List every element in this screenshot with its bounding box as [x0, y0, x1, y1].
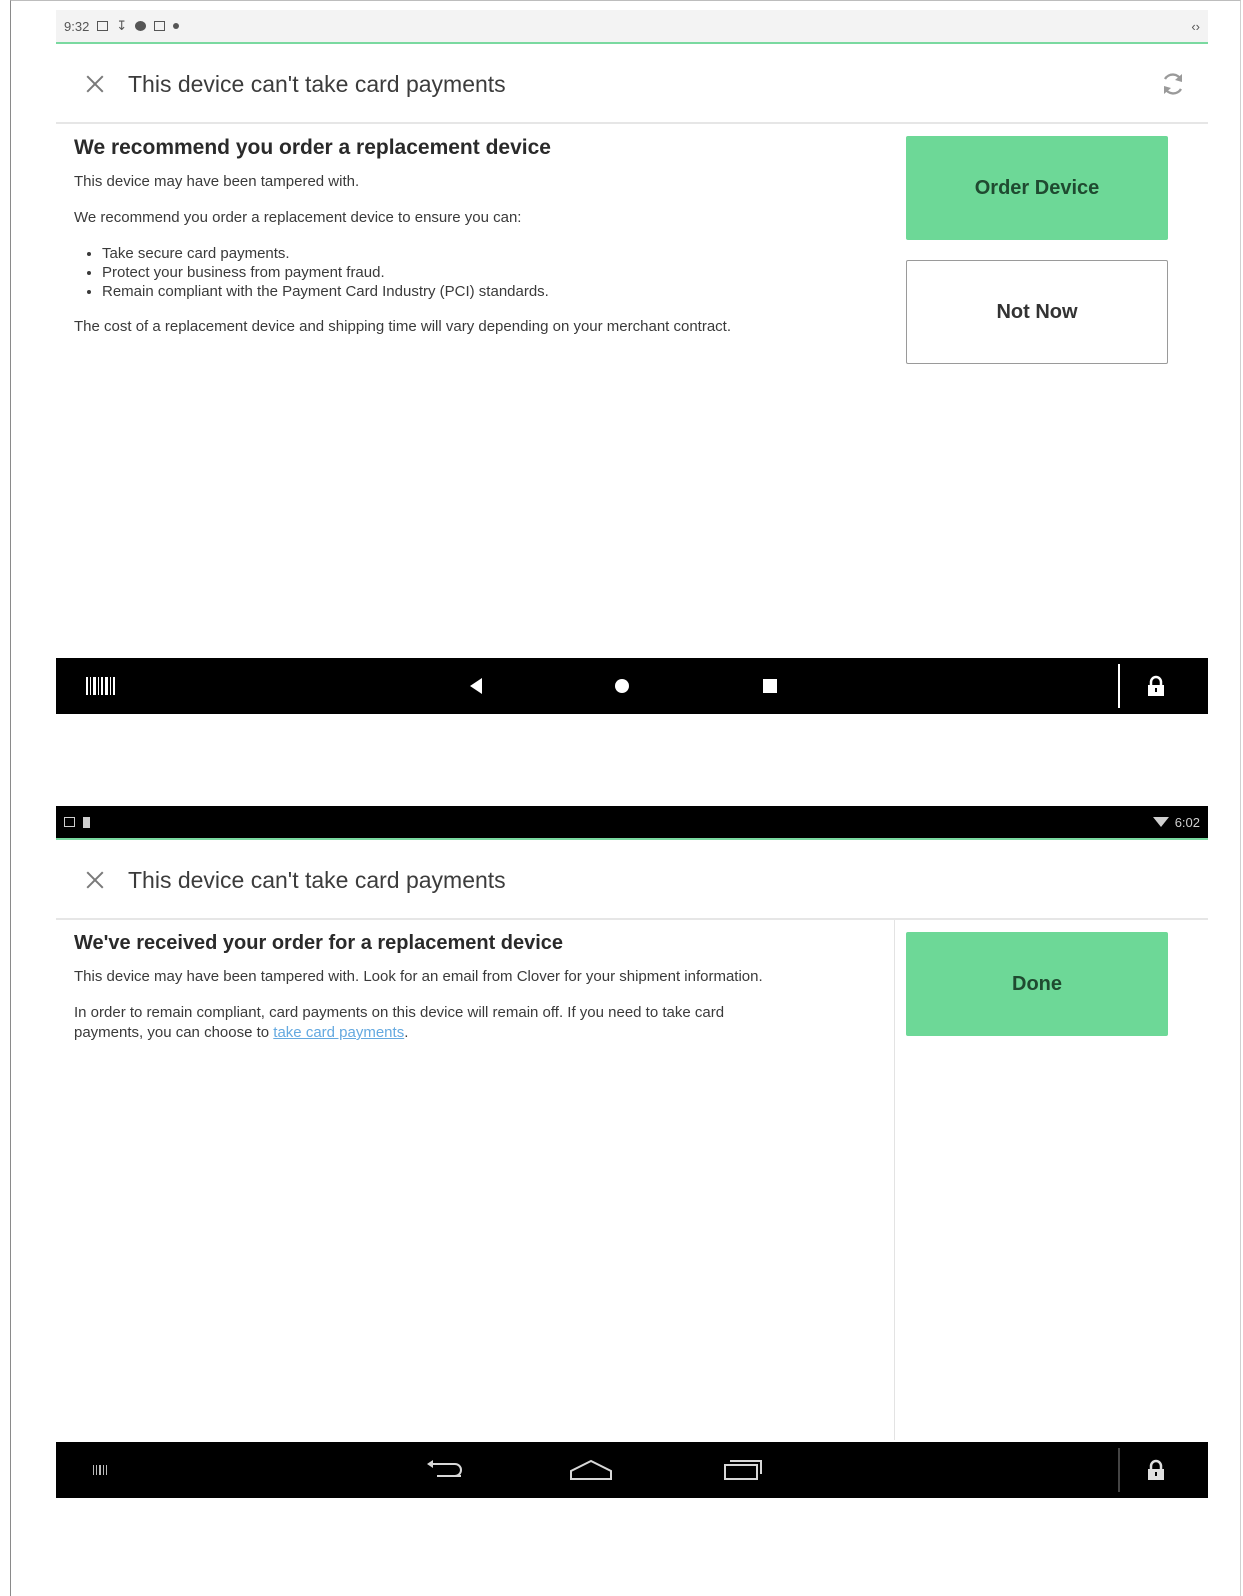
back-icon[interactable] [456, 658, 496, 714]
message-paragraph: This device may have been tampered with. [74, 173, 360, 190]
dialog-header: This device can't take card payments [56, 46, 1208, 124]
barcode-icon[interactable] [80, 658, 120, 714]
close-icon[interactable] [82, 71, 108, 97]
gallery-notification-icon [97, 21, 109, 31]
message-paragraph: This device may have been tampered with.… [74, 968, 763, 985]
screen-order-received: 6:02 This device can't take card payment… [56, 806, 1208, 1528]
nav-divider [1118, 1448, 1120, 1492]
refresh-icon[interactable] [1160, 71, 1186, 97]
app-notification-icon [135, 21, 147, 31]
not-now-button[interactable]: Not Now [906, 260, 1168, 364]
download-notification-icon: ↧ [116, 18, 128, 33]
battery-notification-icon [83, 816, 90, 828]
navigation-bar [56, 658, 1208, 714]
message-content: We recommend you order a replacement dev… [74, 136, 794, 353]
recent-apps-icon[interactable] [750, 658, 790, 714]
benefits-list: Take secure card payments. Protect your … [74, 244, 794, 301]
dialog-header: This device can't take card payments [56, 842, 1208, 920]
wifi-icon [1152, 817, 1169, 827]
home-icon[interactable] [602, 658, 642, 714]
status-time: 9:32 [64, 18, 90, 34]
message-heading: We recommend you order a replacement dev… [74, 136, 551, 159]
gallery-notification-icon [64, 817, 75, 827]
take-card-payments-link[interactable]: take card payments [273, 1024, 404, 1041]
list-item: Take secure card payments. [102, 244, 794, 263]
nav-divider [1118, 664, 1120, 708]
code-indicator-icon: ‹› [1191, 18, 1200, 34]
message-paragraph: In order to remain compliant, card payme… [74, 1003, 794, 1043]
back-icon[interactable] [420, 1442, 470, 1498]
message-paragraph: The cost of a replacement device and shi… [74, 318, 732, 335]
recent-apps-icon[interactable] [718, 1442, 768, 1498]
action-buttons: Done [906, 932, 1168, 1036]
page-title: This device can't take card payments [128, 70, 506, 97]
status-time: 6:02 [1174, 814, 1200, 830]
barcode-icon[interactable] [80, 1442, 120, 1498]
order-device-button[interactable]: Order Device [906, 136, 1168, 240]
screen-order-recommendation: 9:32 ↧ ‹› This device can't take card pa… [56, 10, 1208, 734]
message-heading: We've received your order for a replacem… [74, 932, 564, 954]
lock-icon[interactable] [1136, 1442, 1176, 1498]
close-icon[interactable] [82, 867, 108, 893]
list-item: Protect your business from payment fraud… [102, 263, 794, 282]
navigation-bar [56, 1442, 1208, 1498]
lock-icon[interactable] [1136, 658, 1176, 714]
home-icon[interactable] [566, 1442, 616, 1498]
status-bar: 9:32 ↧ ‹› [56, 10, 1208, 44]
message-paragraph: We recommend you order a replacement dev… [74, 209, 522, 226]
more-notifications-dot-icon [173, 23, 180, 29]
done-button[interactable]: Done [906, 932, 1168, 1036]
page-title: This device can't take card payments [128, 866, 506, 893]
list-item: Remain compliant with the Payment Card I… [102, 282, 794, 301]
message-text: . [404, 1024, 409, 1041]
status-bar: 6:02 [56, 806, 1208, 840]
message-content: We've received your order for a replacem… [74, 932, 794, 1059]
action-buttons: Order Device Not Now [906, 136, 1168, 364]
panel-divider [894, 920, 895, 1440]
network-notification-icon [154, 21, 166, 31]
